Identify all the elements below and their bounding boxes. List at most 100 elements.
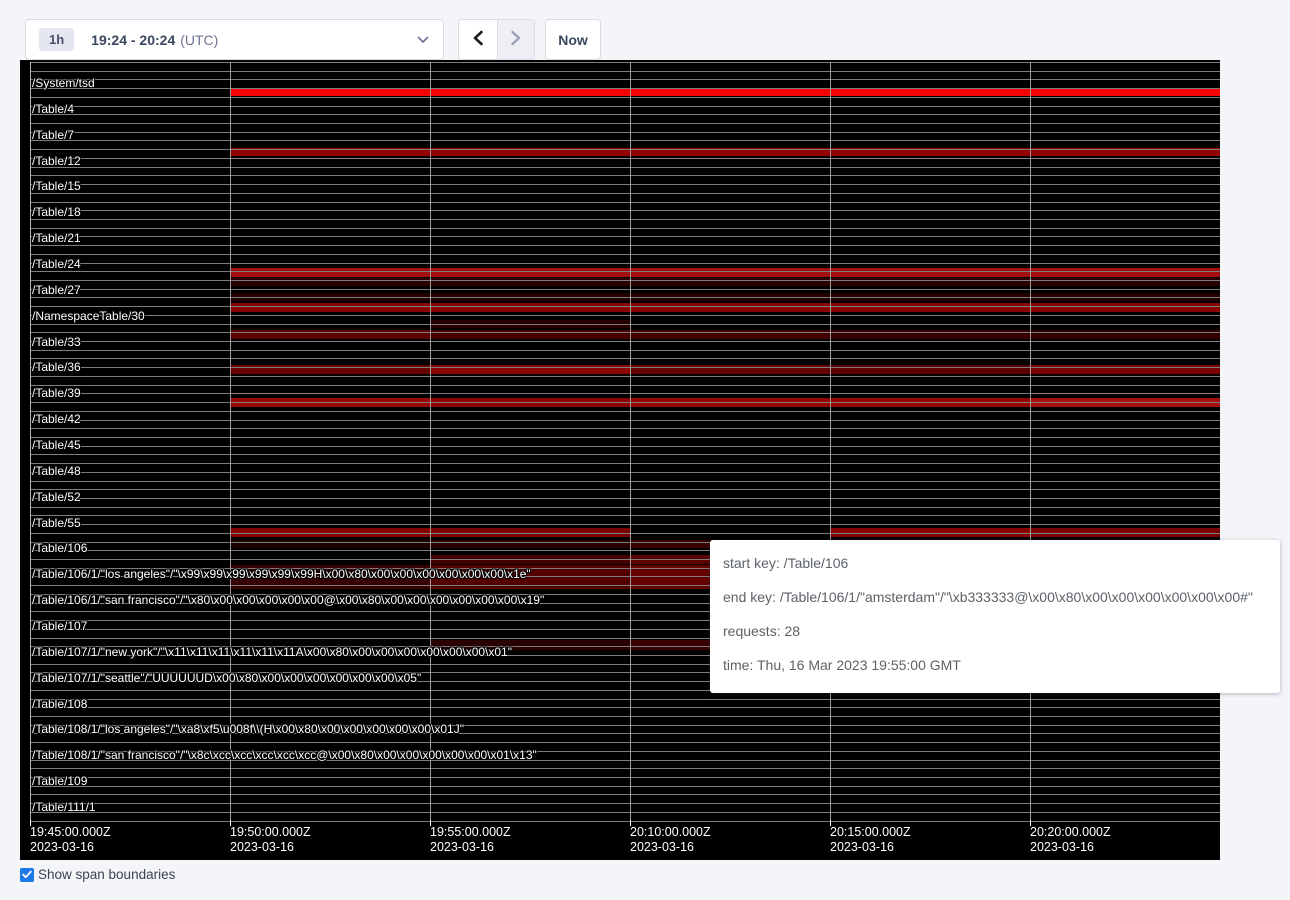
span-boundary-line	[30, 533, 1220, 534]
time-range-selector[interactable]: 1h 19:24 - 20:24 (UTC)	[25, 19, 444, 60]
span-boundary-line	[30, 280, 1220, 281]
span-boundary-line	[30, 289, 1220, 290]
span-boundary-line	[30, 245, 1220, 246]
row-label: /Table/36	[32, 361, 81, 373]
span-boundary-line	[30, 489, 1220, 490]
row-label: /Table/27	[32, 284, 81, 296]
span-boundary-line	[30, 341, 1220, 342]
row-label: /Table/12	[32, 155, 81, 167]
row-label: /Table/4	[32, 103, 74, 115]
time-range-text: 19:24 - 20:24	[91, 32, 175, 48]
row-label: /NamespaceTable/30	[32, 310, 145, 322]
span-boundary-line	[30, 481, 1220, 482]
span-boundary-line	[30, 463, 1220, 464]
span-boundary-line	[30, 254, 1220, 255]
span-boundary-line	[30, 716, 1220, 717]
span-boundary-line	[30, 271, 1220, 272]
y-axis-line	[30, 62, 31, 821]
span-boundary-line	[30, 193, 1220, 194]
time-forward-button[interactable]	[497, 20, 535, 59]
x-axis-tick-label: 20:20:00.000Z2023-03-16	[1030, 825, 1111, 855]
span-boundary-line	[30, 411, 1220, 412]
row-label: /Table/48	[32, 465, 81, 477]
tooltip-start-key: start key: /Table/106	[723, 553, 1267, 573]
show-span-boundaries-label: Show span boundaries	[38, 867, 175, 882]
span-boundary-line	[30, 454, 1220, 455]
tooltip-requests: requests: 28	[723, 621, 1267, 641]
span-boundary-line	[30, 402, 1220, 403]
time-range-zone: (UTC)	[180, 32, 218, 48]
row-label: /Table/15	[32, 180, 81, 192]
span-boundary-line	[30, 167, 1220, 168]
x-axis-tick-label: 20:15:00.000Z2023-03-16	[830, 825, 911, 855]
span-boundary-line	[30, 114, 1220, 115]
span-boundary-line	[30, 132, 1220, 133]
key-visualizer-canvas[interactable]: /System/tsd/Table/4/Table/7/Table/12/Tab…	[20, 60, 1220, 860]
span-boundary-line	[30, 507, 1220, 508]
span-boundary-line	[30, 385, 1220, 386]
row-label: /System/tsd	[32, 77, 95, 89]
row-label: /Table/42	[32, 413, 81, 425]
row-label: /Table/106	[32, 542, 87, 554]
span-boundary-line	[30, 297, 1220, 298]
span-boundary-line	[30, 524, 1220, 525]
span-boundary-line	[30, 324, 1220, 325]
span-boundary-line	[30, 123, 1220, 124]
span-boundary-line	[30, 306, 1220, 307]
row-label: /Table/52	[32, 491, 81, 503]
chevron-right-icon	[510, 30, 522, 49]
span-boundary-line	[30, 393, 1220, 394]
row-label: /Table/111/1	[32, 801, 96, 813]
row-label: /Table/7	[32, 129, 74, 141]
span-boundary-line	[30, 140, 1220, 141]
span-boundary-line	[30, 428, 1220, 429]
row-label: /Table/24	[32, 258, 81, 270]
row-label: /Table/55	[32, 517, 81, 529]
span-boundary-line	[30, 376, 1220, 377]
span-boundary-line	[30, 803, 1220, 804]
time-grid-line	[630, 62, 631, 821]
row-label: /Table/109	[32, 775, 87, 787]
row-label: /Table/107	[32, 620, 87, 632]
span-boundary-line	[30, 367, 1220, 368]
heat-band	[230, 88, 1220, 96]
span-boundary-line	[30, 350, 1220, 351]
span-boundary-line	[30, 263, 1220, 264]
time-grid-line	[1030, 62, 1031, 821]
span-boundary-line	[30, 812, 1220, 813]
row-label: /Table/33	[32, 336, 81, 348]
x-axis-tick-label: 20:10:00.000Z2023-03-16	[630, 825, 711, 855]
row-label: /Table/18	[32, 206, 81, 218]
row-label: /Table/39	[32, 387, 81, 399]
row-label: /Table/107/1/"new york"/"\x11\x11\x11\x1…	[32, 646, 512, 658]
row-label: /Table/21	[32, 232, 81, 244]
time-back-button[interactable]	[459, 20, 497, 59]
show-span-boundaries-checkbox[interactable]	[20, 868, 34, 882]
tooltip-end-key: end key: /Table/106/1/"amsterdam"/"\xb33…	[723, 587, 1267, 607]
span-boundary-line	[30, 707, 1220, 708]
span-boundary-line	[30, 62, 1220, 63]
span-boundary-line	[30, 106, 1220, 107]
span-boundary-line	[30, 794, 1220, 795]
time-grid-line	[830, 62, 831, 821]
span-boundary-line	[30, 821, 1220, 822]
chevron-down-icon	[417, 36, 429, 44]
span-boundary-line	[30, 768, 1220, 769]
row-label: /Table/108/1/"san francisco"/"\x8c\xcc\x…	[32, 749, 537, 761]
row-label: /Table/107/1/"seattle"/"UUUUUUD\x00\x80\…	[32, 672, 421, 684]
span-boundary-line	[30, 777, 1220, 778]
time-grid-line	[430, 62, 431, 821]
span-boundary-line	[30, 446, 1220, 447]
span-boundary-line	[30, 332, 1220, 333]
heat-band	[230, 268, 1220, 277]
span-boundary-line	[30, 515, 1220, 516]
now-button[interactable]: Now	[545, 19, 601, 60]
row-label: /Table/108	[32, 698, 87, 710]
span-boundary-line	[30, 786, 1220, 787]
footer: Show span boundaries	[20, 867, 175, 882]
span-boundary-line	[30, 315, 1220, 316]
time-nav-group	[458, 19, 535, 60]
time-range-duration-badge: 1h	[39, 28, 74, 51]
row-label: /Table/45	[32, 439, 81, 451]
row-label: /Table/106/1/"los angeles"/"\x99\x99\x99…	[32, 568, 531, 580]
